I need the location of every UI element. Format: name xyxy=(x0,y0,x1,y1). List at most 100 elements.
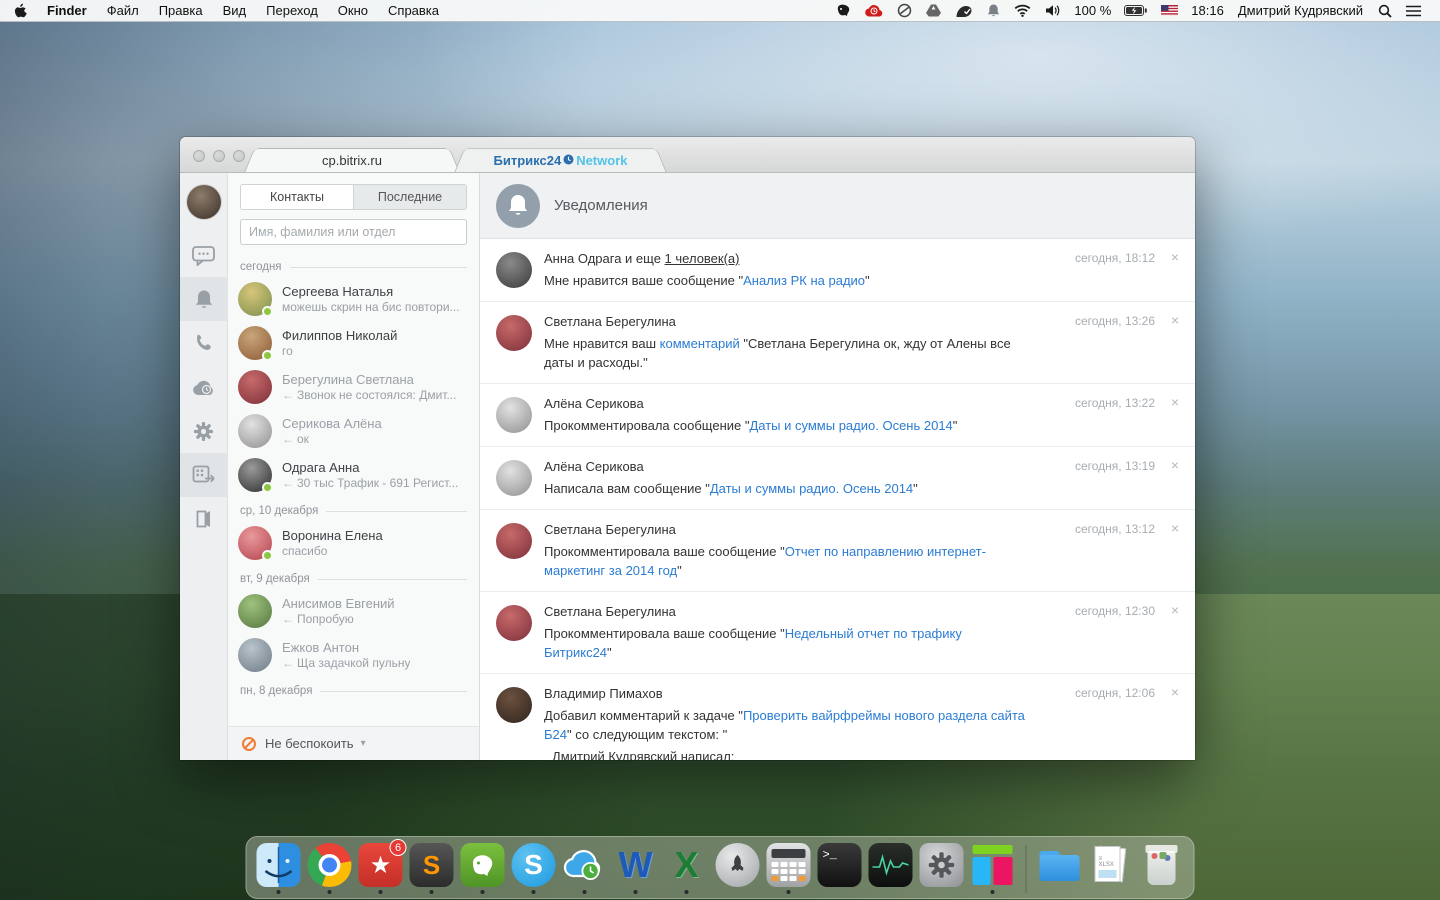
notification-row: Анна Одрага и еще 1 человек(а)Мне нравит… xyxy=(480,239,1195,302)
dock-icon-wunderlist[interactable]: ★6 xyxy=(359,843,403,895)
notification-link[interactable]: комментарий xyxy=(660,336,740,351)
contact-list-item[interactable]: Воронина Еленаспасибо xyxy=(228,521,479,565)
dock-icon-sublime-text[interactable]: S xyxy=(410,843,454,895)
notification-link[interactable]: Даты и суммы радио. Осень 2014 xyxy=(749,418,952,433)
sidebar-item-notifications[interactable] xyxy=(180,277,228,321)
keyboard-flag-icon[interactable] xyxy=(1154,0,1185,21)
traffic-lights[interactable] xyxy=(193,150,245,162)
battery-percent[interactable]: 100 % xyxy=(1068,3,1117,18)
menubar-menu-вид[interactable]: Вид xyxy=(213,0,257,21)
volume-icon[interactable] xyxy=(1038,0,1068,21)
close-window-button[interactable] xyxy=(193,150,205,162)
contact-list-item[interactable]: Филиппов Николайго xyxy=(228,321,479,365)
menubar-menu-окно[interactable]: Окно xyxy=(328,0,378,21)
contact-avatar xyxy=(238,282,272,316)
contact-list-item[interactable]: Сергеева Натальяможешь скрин на бис повт… xyxy=(228,277,479,321)
dock-icon-activity-monitor[interactable] xyxy=(869,843,913,895)
menubar-menu-файл[interactable]: Файл xyxy=(97,0,149,21)
dock-icon-color-tiles[interactable] xyxy=(971,843,1015,895)
bell-status-icon[interactable] xyxy=(980,0,1007,21)
cloud-clock-icon xyxy=(192,379,215,396)
sidebar-item-messages[interactable] xyxy=(180,233,228,277)
tab-contacts[interactable]: Контакты xyxy=(241,185,353,209)
dock-icon-system-preferences[interactable] xyxy=(920,843,964,895)
close-icon[interactable]: × xyxy=(1171,249,1179,265)
dock-icon-documents-stack[interactable]: ≡ XLSX xyxy=(1089,843,1133,895)
notification-timestamp: сегодня, 13:26 xyxy=(1075,314,1155,328)
sidebar-item-apps[interactable] xyxy=(180,453,228,497)
dock-icon-folder[interactable] xyxy=(1038,843,1082,895)
close-icon[interactable]: × xyxy=(1171,602,1179,618)
color-tiles-icon xyxy=(971,843,1015,887)
drive-icon[interactable] xyxy=(919,0,948,21)
sidebar-item-exit[interactable] xyxy=(180,497,228,541)
tab-cp-bitrix-ru[interactable]: cp.bitrix.ru xyxy=(258,148,446,172)
contact-search-input[interactable] xyxy=(240,219,467,245)
contact-list-item[interactable]: Одрага Анна←30 тыс Трафик - 691 Регист..… xyxy=(228,453,479,497)
minimize-window-button[interactable] xyxy=(213,150,225,162)
notification-center-icon[interactable] xyxy=(1399,0,1428,21)
contact-group-label: пн, 8 декабря xyxy=(228,677,479,701)
contact-last-message: спасибо xyxy=(282,544,383,558)
more-people-link[interactable]: 1 человек(а) xyxy=(665,251,740,266)
menubar-menu-правка[interactable]: Правка xyxy=(149,0,213,21)
dock-icon-calculator[interactable] xyxy=(767,843,811,895)
close-icon[interactable]: × xyxy=(1171,312,1179,328)
window-titlebar[interactable]: cp.bitrix.ru Битрикс24 Network xyxy=(180,137,1195,173)
close-icon[interactable]: × xyxy=(1171,457,1179,473)
dock-icon-excel[interactable]: X xyxy=(665,843,709,895)
notification-link[interactable]: Даты и суммы радио. Осень 2014 xyxy=(710,481,913,496)
dock-icon-word[interactable]: W xyxy=(614,843,658,895)
circle-slash-icon[interactable] xyxy=(890,0,919,21)
sidebar-item-history[interactable] xyxy=(180,365,228,409)
bitrix24-logo-text: Битрикс24 xyxy=(494,153,562,168)
contact-last-message: ←30 тыс Трафик - 691 Регист... xyxy=(282,476,458,490)
menubar-username[interactable]: Дмитрий Кудрявский xyxy=(1230,3,1371,18)
contact-list-item[interactable]: Берегулина Светлана←Звонок не состоялся:… xyxy=(228,365,479,409)
close-icon[interactable]: × xyxy=(1171,520,1179,536)
dock-icon-terminal[interactable]: >_ xyxy=(818,843,862,895)
menubar-menu-переход[interactable]: Переход xyxy=(256,0,328,21)
user-avatar[interactable] xyxy=(187,185,221,219)
dock-icon-evernote[interactable] xyxy=(461,843,505,895)
sidebar-item-calls[interactable] xyxy=(180,321,228,365)
badge-count: 6 xyxy=(390,839,407,856)
notification-link[interactable]: Анализ РК на радио xyxy=(743,273,865,288)
evernote-icon[interactable] xyxy=(829,0,858,21)
contact-list-item[interactable]: Ежков Антон←Ща задачкой пульну xyxy=(228,633,479,677)
menubar-clock[interactable]: 18:16 xyxy=(1185,3,1230,18)
tab-recent[interactable]: Последние xyxy=(353,185,466,209)
dock-icon-finder[interactable] xyxy=(257,843,301,895)
battery-icon[interactable] xyxy=(1117,0,1154,21)
spotlight-icon[interactable] xyxy=(1371,0,1399,21)
tab-bitrix24-network[interactable]: Битрикс24 Network xyxy=(468,148,653,172)
notification-timestamp: сегодня, 13:19 xyxy=(1075,459,1155,473)
launchpad-icon xyxy=(716,843,760,887)
close-icon[interactable]: × xyxy=(1171,394,1179,410)
notification-row: Алёна СериковаПрокомментировала сообщени… xyxy=(480,384,1195,447)
notification-author: Алёна Серикова xyxy=(544,395,957,413)
apple-menu-icon[interactable] xyxy=(12,3,37,19)
menubar-menu-справка[interactable]: Справка xyxy=(378,0,449,21)
close-icon[interactable]: × xyxy=(1171,684,1179,700)
dock-icon-launchpad[interactable] xyxy=(716,843,760,895)
contact-list-item[interactable]: Серикова Алёна←ок xyxy=(228,409,479,453)
wifi-icon[interactable] xyxy=(1007,0,1038,21)
zoom-window-button[interactable] xyxy=(233,150,245,162)
running-indicator-dot xyxy=(430,890,434,894)
terminal-icon: >_ xyxy=(818,843,862,887)
contact-list-item[interactable]: Анисимов Евгений←Попробую xyxy=(228,589,479,633)
dock-icon-trash[interactable] xyxy=(1140,843,1184,895)
calculator-icon xyxy=(767,843,811,887)
do-not-disturb-toggle[interactable]: Не беспокоить ▾ xyxy=(228,726,479,760)
contact-avatar xyxy=(238,370,272,404)
sync-cloud-icon[interactable] xyxy=(858,0,890,21)
dock-icon-skype[interactable]: S xyxy=(512,843,556,895)
door-icon xyxy=(195,509,212,529)
contacts-panel: Контакты Последние сегодняСергеева Натал… xyxy=(228,173,480,760)
sidebar-item-settings[interactable] xyxy=(180,409,228,453)
dock-icon-chrome[interactable] xyxy=(308,843,352,895)
shell-check-icon[interactable] xyxy=(948,0,980,21)
dock-icon-cloud-clock[interactable] xyxy=(563,843,607,895)
menubar-menu-app[interactable]: Finder xyxy=(37,0,97,21)
